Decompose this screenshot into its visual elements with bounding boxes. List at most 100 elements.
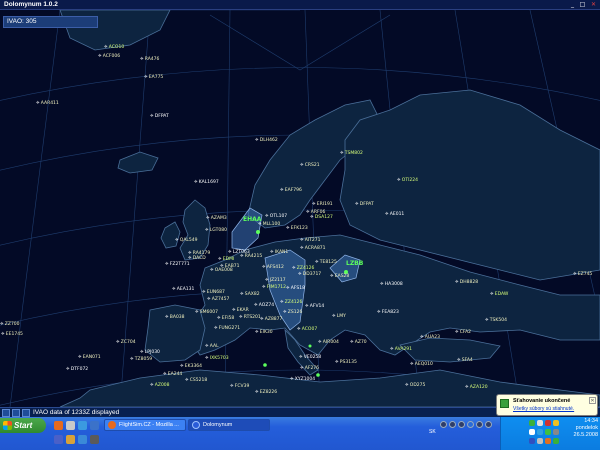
aircraft-label[interactable]: ✈ACRA871 [300,246,326,251]
aircraft-label[interactable]: ✈EFK123 [286,226,308,231]
aircraft-label[interactable]: ✈DLH462 [255,138,278,143]
aircraft-label[interactable]: ✈FEA823 [377,310,399,315]
quicklaunch-icon[interactable] [78,435,87,444]
aircraft-label[interactable]: ✈ZS126 [283,310,302,315]
aircraft-label[interactable]: ✈EK3364 [180,364,202,369]
aircraft-label[interactable]: ✈ZZ700 [0,322,20,327]
aircraft-label[interactable]: ✈DH8828 [455,280,478,285]
status-toggle-button[interactable] [22,409,30,417]
aircraft-label[interactable]: ✈DFPAT [355,202,374,207]
aircraft-label[interactable]: ✈AVA291 [390,347,412,352]
aircraft-label[interactable]: ✈EDAW [490,292,508,297]
aircraft-label[interactable]: ✈DD3717 [298,272,321,277]
aircraft-label[interactable]: ✈SM6007 [195,310,218,315]
aircraft-label[interactable]: ✈EDMI [218,257,234,262]
tray-icon[interactable] [545,429,551,435]
taskbar-item-firefox[interactable]: FlightSim.CZ - Mozilla ... [104,419,186,431]
aircraft-label[interactable]: ✈AUA23 [420,335,440,340]
aircraft-label[interactable]: ✈ACF006 [98,54,120,59]
tray-icon[interactable] [529,420,535,426]
previous-button[interactable] [440,421,447,428]
aircraft-label[interactable]: ✈RTS201 [239,315,261,320]
aircraft-label[interactable]: ✈EZ745 [573,272,592,277]
aircraft-label[interactable]: ✈SAX82 [240,292,260,297]
play-button[interactable] [467,421,474,428]
aircraft-label[interactable]: ✈ERI191 [312,202,333,207]
quicklaunch-icon[interactable] [90,435,99,444]
aircraft-label[interactable]: ✈EAF796 [280,188,302,193]
maximize-button[interactable]: □ [578,1,587,9]
aircraft-label[interactable]: ✈TSM802 [340,151,363,156]
status-toggle-button[interactable] [2,409,10,417]
aircraft-label[interactable]: ✈AE011 [385,212,404,217]
tray-icon[interactable] [529,438,535,444]
aircraft-label[interactable]: ✈CFA2 [455,330,471,335]
aircraft-label[interactable]: ✈EIK30 [255,330,273,335]
aircraft-label[interactable]: ✈HA3008 [380,282,403,287]
tray-icon[interactable] [553,420,559,426]
aircraft-label[interactable]: ✈AAR411 [36,101,59,106]
aircraft-label[interactable]: ✈AF276 [300,366,319,371]
tray-icon[interactable] [529,429,535,435]
aircraft-label[interactable]: ✈AFV14 [305,304,324,309]
tray-icon[interactable] [545,438,551,444]
quicklaunch-icon[interactable] [78,421,87,430]
aircraft-label[interactable]: ✈QAL549 [175,238,198,243]
aircraft-label[interactable]: ✈EAS28 [330,274,349,279]
aircraft-label[interactable]: ✈VE0258 [299,355,321,360]
aircraft-label[interactable]: ✈IXK5703 [205,356,229,361]
start-button[interactable]: Start [0,418,46,433]
aircraft-label[interactable]: ✈RA476 [140,57,159,62]
aircraft-label[interactable]: ✈AOZ74 [254,303,274,308]
next-button[interactable] [485,421,492,428]
aircraft-label[interactable]: ✈DACD [188,256,206,261]
tray-icon[interactable] [545,420,551,426]
tray-icon[interactable] [537,420,543,426]
aircraft-label[interactable]: ✈EZ8226 [255,390,277,395]
show-desktop-icon[interactable] [66,421,75,430]
aircraft-label[interactable]: ✈LPJ030 [140,350,160,355]
aircraft-label[interactable]: ✈AFS412 [262,265,284,270]
aircraft-label[interactable]: ✈DSA127 [310,215,333,220]
close-icon[interactable]: ✕ [589,397,596,404]
aircraft-label[interactable]: ✈AIT271 [300,238,321,243]
aircraft-label[interactable]: ✈TSK504 [485,318,507,323]
aircraft-label[interactable]: ✈CRS21 [300,163,320,168]
aircraft-label[interactable]: ✈DFPAT [150,114,169,119]
aircraft-label[interactable]: ✈FIM1712 [262,285,286,290]
aircraft-label[interactable]: ✈AAL [205,344,219,349]
aircraft-label[interactable]: ✈TZ8059 [130,357,152,362]
taskbar-item-dolomynum[interactable]: Dolomynum [188,419,270,431]
tray-icon[interactable] [553,438,559,444]
aircraft-label[interactable]: ✈AZ7457 [207,297,229,302]
aircraft-label[interactable]: ✈EKAR [232,308,249,313]
aircraft-label[interactable]: ✈EFI58 [217,316,234,321]
aircraft-label[interactable]: ✈TE8125 [315,260,337,265]
aircraft-label[interactable]: ✈FZ2T771 [165,262,190,267]
notification-link[interactable]: Všetky súbory sú stiahnuté. [513,406,574,413]
aircraft-label[interactable]: ✈AZAM3 [206,216,227,221]
minimize-button[interactable]: _ [568,1,577,9]
aircraft-label[interactable]: ✈LGT080 [205,228,227,233]
window-title-bar[interactable]: Dolomynum 1.0.2 _ □ ✕ [0,0,600,10]
aircraft-label[interactable]: ✈RA4215 [240,254,262,259]
stop-button[interactable] [458,421,465,428]
aircraft-label[interactable]: ✈AFS18 [286,286,305,291]
aircraft-label[interactable]: ✈SFA4 [457,358,473,363]
aircraft-label[interactable]: ✈ZZ4126 [292,266,314,271]
aircraft-label[interactable]: ✈EA244 [163,372,182,377]
tray-icon[interactable] [553,429,559,435]
aircraft-label[interactable]: ✈BA038 [165,315,185,320]
aircraft-label[interactable]: ✈AEQ010 [410,362,433,367]
aircraft-label[interactable]: ✈IKAN1 [270,250,288,255]
aircraft-label[interactable]: ✈OD275 [405,383,425,388]
aircraft-label[interactable]: ✈EA775 [144,75,163,80]
aircraft-label[interactable]: ✈FUNG271 [214,326,240,331]
aircraft-label[interactable]: ✈OAE008 [210,268,233,273]
clock[interactable]: 14:34 pondelok 26.5.2008 [565,418,598,439]
aircraft-label[interactable]: ✈KAL1697 [194,180,219,185]
aircraft-label[interactable]: ✈OTI224 [397,178,418,183]
aircraft-label[interactable]: ✈FCV39 [230,384,249,389]
tray-icon[interactable] [537,438,543,444]
language-indicator[interactable]: SK [429,429,436,435]
